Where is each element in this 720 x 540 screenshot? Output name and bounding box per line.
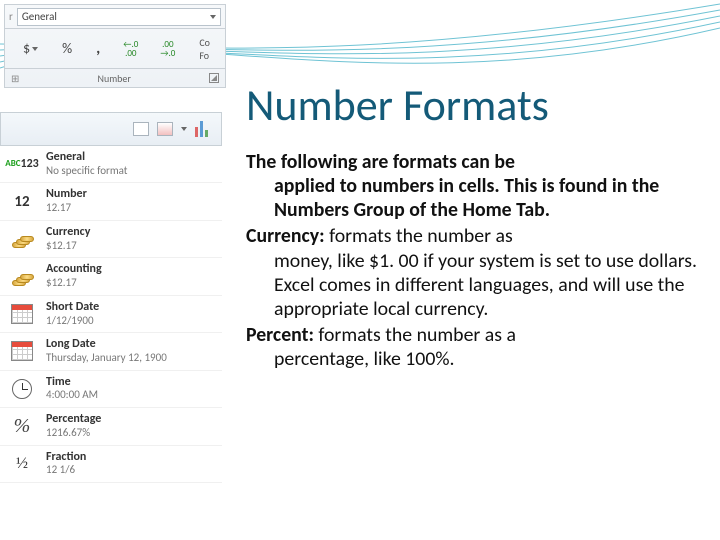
currency-label: Currency: [246,224,325,248]
conditional-formatting-hint: Co Fo [199,36,210,62]
format-sample: 4:00:00 AM [46,389,98,402]
general-icon: ABC123 [8,151,36,177]
number-format-dropdown[interactable]: General [17,8,221,26]
chart-icon[interactable] [195,121,215,137]
ribbon-left-edge: r [9,10,13,23]
gallery-header [0,112,222,146]
format-sample: $12.17 [46,240,90,253]
decrease-decimal-button[interactable]: .00 →.0 [158,40,177,58]
currency-format-button[interactable]: $ [20,38,41,59]
format-list: ABC123 General No specific format 12 Num… [0,146,222,483]
dollar-icon: $ [23,40,30,57]
format-name: Currency [46,226,90,240]
currency-rest: money, like $1. 00 if your system is set… [246,249,700,321]
percent-rest: percentage, like 100%. [246,347,700,371]
format-item-fraction[interactable]: ½ Fraction 12 1/6 [0,446,222,483]
format-item-accounting[interactable]: Accounting $12.17 [0,258,222,295]
increase-decimal-button[interactable]: ←.0 .00 [121,40,140,58]
format-item-percentage[interactable]: % Percentage 1216.67% [0,408,222,445]
slide-body: The following are formats can be applied… [246,150,710,371]
format-item-long-date[interactable]: Long Date Thursday, January 12, 1900 [0,333,222,370]
ribbon-group-label: Number [97,72,130,85]
calendar-icon [8,338,36,364]
chevron-down-icon [210,15,216,19]
table-style-icon[interactable] [133,122,149,136]
format-name: Fraction [46,451,86,465]
currency-lead: formats the number as [325,224,513,248]
format-name: Short Date [46,301,99,315]
format-sample: 12 1/6 [46,464,86,477]
number-format-dropdown-value: General [22,10,57,23]
comma-style-button[interactable]: , [93,37,103,60]
table-style-icon[interactable] [157,122,173,136]
format-sample: No specific format [46,165,127,178]
format-name: Time [46,376,98,390]
clock-icon [8,376,36,402]
coins-icon [8,226,36,252]
percent-icon: % [8,413,36,439]
format-sample: 1/12/1900 [46,315,99,328]
percent-format-button[interactable]: % [59,38,75,59]
number-icon: 12 [8,189,36,215]
format-name: Long Date [46,338,167,352]
format-sample: 1216.67% [46,427,101,440]
format-item-time[interactable]: Time 4:00:00 AM [0,371,222,408]
format-item-general[interactable]: ABC123 General No specific format [0,146,222,183]
intro-rest: applied to numbers in cells. This is fou… [246,174,700,222]
chevron-down-icon[interactable] [181,127,187,131]
percent-lead: formats the number as a [314,323,516,347]
chevron-down-icon [32,47,38,51]
ribbon-number-group: r General $ % , ←.0 .00 .00 →.0 Co Fo ⊞ [4,4,226,88]
format-item-number[interactable]: 12 Number 12.17 [0,183,222,220]
format-item-currency[interactable]: Currency $12.17 [0,221,222,258]
intro-lead: The following are formats can be [246,150,515,174]
format-name: General [46,151,127,165]
format-sample: Thursday, January 12, 1900 [46,352,167,365]
fraction-icon: ½ [8,451,36,477]
format-item-short-date[interactable]: Short Date 1/12/1900 [0,296,222,333]
dialog-launcher-icon[interactable] [209,73,219,83]
format-name: Accounting [46,263,102,277]
slide-title: Number Formats [246,78,710,132]
coins-icon [8,264,36,290]
comma-icon: , [96,39,100,58]
percent-icon: % [62,40,72,57]
calendar-icon [8,301,36,327]
number-format-gallery: ABC123 General No specific format 12 Num… [0,112,222,483]
expand-icon[interactable]: ⊞ [11,72,19,85]
format-sample: 12.17 [46,202,87,215]
percent-label: Percent: [246,323,314,347]
format-sample: $12.17 [46,277,102,290]
format-name: Number [46,188,87,202]
format-name: Percentage [46,413,101,427]
slide-content: Number Formats The following are formats… [246,0,710,540]
